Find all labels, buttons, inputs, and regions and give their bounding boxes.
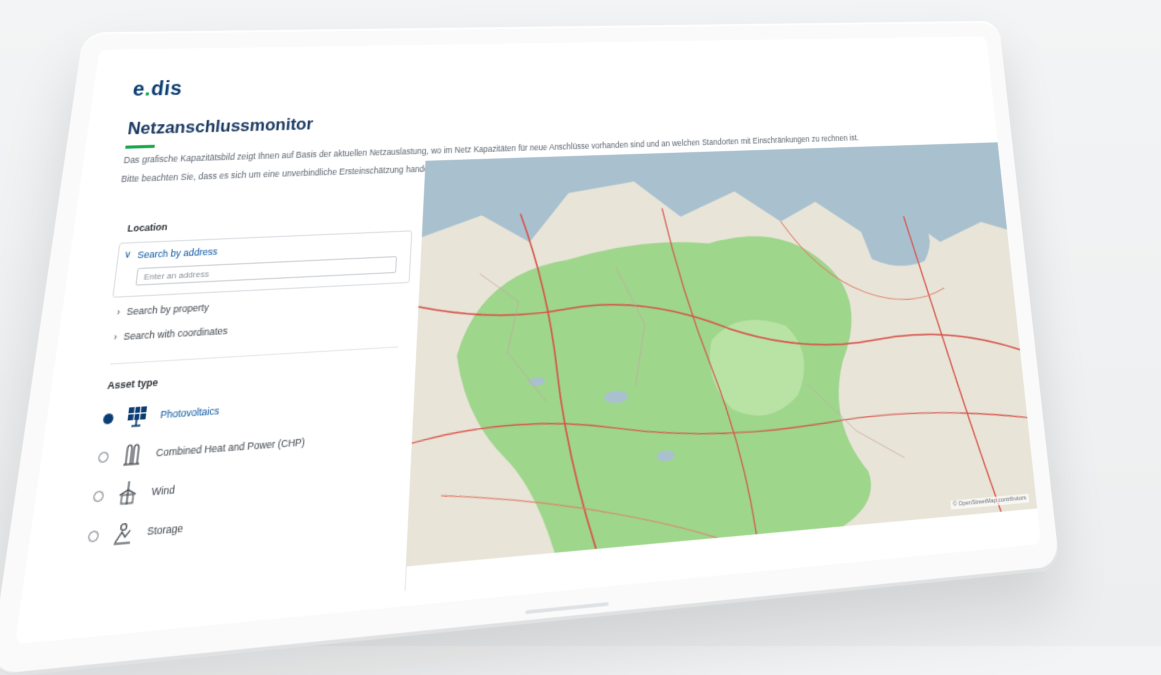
- asset-option-wind[interactable]: Wind: [92, 476, 177, 509]
- app-screen: e.dis Netzanschlussmonitor Das grafische…: [14, 36, 1041, 645]
- search-with-coordinates-label: Search with coordinates: [122, 325, 229, 343]
- page-title: Netzanschlussmonitor: [126, 114, 314, 139]
- capacity-map[interactable]: © OpenStreetMap contributors: [405, 142, 1038, 567]
- asset-option-chp[interactable]: Combined Heat and Power (CHP): [97, 429, 306, 470]
- asset-label: Combined Heat and Power (CHP): [155, 436, 306, 459]
- radio-unselected[interactable]: [92, 489, 105, 502]
- chevron-right-icon: ›: [116, 306, 121, 318]
- asset-type-title: Asset type: [106, 376, 159, 392]
- edis-logo[interactable]: e.dis: [131, 78, 183, 102]
- logo-suffix: dis: [149, 77, 184, 101]
- location-title: Location: [126, 221, 169, 234]
- section-divider: [110, 346, 399, 365]
- radio-unselected[interactable]: [87, 529, 100, 542]
- map-tiles: [405, 142, 1038, 567]
- asset-label: Photovoltaics: [159, 404, 220, 421]
- radio-selected[interactable]: [102, 412, 115, 424]
- search-panel: Location ∨ Search by address Enter an ad…: [62, 201, 425, 624]
- title-underline: [125, 144, 155, 149]
- asset-label: Storage: [146, 522, 184, 538]
- asset-option-storage[interactable]: Storage: [87, 515, 185, 550]
- solar-panel-icon: [123, 403, 151, 431]
- tablet-device: e.dis Netzanschlussmonitor Das grafische…: [0, 20, 1061, 675]
- search-with-coordinates-option[interactable]: › Search with coordinates: [113, 325, 228, 343]
- search-by-property-option[interactable]: › Search by property: [116, 302, 209, 318]
- chevron-down-icon: ∨: [123, 248, 133, 260]
- chevron-right-icon: ›: [112, 331, 118, 343]
- storage-icon: [109, 518, 138, 548]
- stage: e.dis Netzanschlussmonitor Das grafische…: [0, 0, 1161, 675]
- asset-label: Wind: [150, 483, 176, 498]
- search-by-property-label: Search by property: [126, 301, 210, 318]
- chp-icon: [118, 440, 146, 468]
- asset-option-photovoltaics[interactable]: Photovoltaics: [102, 398, 221, 432]
- wind-turbine-icon: [114, 479, 142, 508]
- radio-unselected[interactable]: [97, 450, 110, 463]
- device-home-bar: [525, 602, 609, 615]
